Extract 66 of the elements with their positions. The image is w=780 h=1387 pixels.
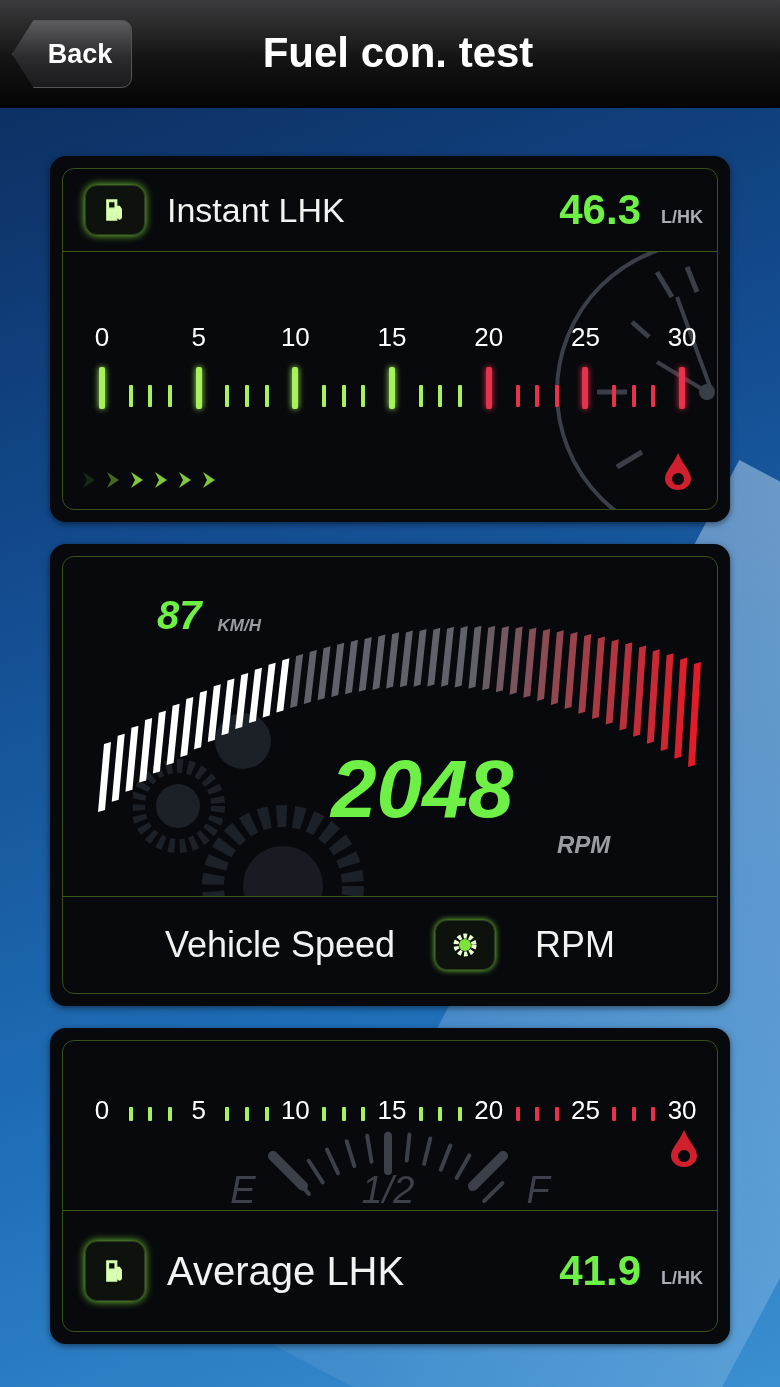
scale-tick xyxy=(264,1106,269,1121)
mode-label: Vehicle Speed xyxy=(164,924,396,966)
scale-label: 5 xyxy=(191,1095,206,1126)
scale-tick xyxy=(554,385,559,407)
rpm-unit: RPM xyxy=(557,831,611,859)
scale-tick xyxy=(651,385,656,407)
gauge-label: 1/2 xyxy=(361,1169,415,1211)
mode-label: RPM xyxy=(535,924,616,966)
gauge-label: E xyxy=(230,1169,256,1211)
scale-label: 25 xyxy=(570,1095,600,1126)
toggle-button[interactable] xyxy=(435,920,496,970)
scale-tick xyxy=(128,385,133,407)
unit-label: L/HK xyxy=(661,206,703,228)
back-button[interactable]: Back xyxy=(12,20,132,88)
scale-tick xyxy=(225,1106,230,1121)
scale-tick xyxy=(322,1106,327,1121)
scale-label: 0 xyxy=(94,1095,110,1126)
scale-tick xyxy=(322,385,327,407)
speed-unit: KM/H xyxy=(217,616,261,636)
scale-tick xyxy=(418,385,423,407)
scale-label: 20 xyxy=(474,322,504,353)
speed-value: 87 xyxy=(157,593,202,638)
scale-label: 15 xyxy=(377,1095,407,1126)
scale-label: 10 xyxy=(280,322,310,353)
scale-tick xyxy=(612,1106,617,1121)
scale-tick xyxy=(612,385,617,407)
scale-label: 20 xyxy=(474,1095,504,1126)
scale-tick xyxy=(515,1106,520,1121)
average-value: 41.9 xyxy=(559,1247,641,1295)
scale-tick xyxy=(651,1106,656,1121)
gauge-label: F xyxy=(526,1169,550,1211)
scale-tick xyxy=(457,385,462,407)
instant-label: Instant LHK xyxy=(167,190,345,230)
scale-tick xyxy=(264,385,269,407)
scale-tick xyxy=(554,1106,559,1121)
average-label: Average LHK xyxy=(167,1248,405,1294)
scale-tick xyxy=(438,385,443,407)
scale-label: 10 xyxy=(280,1095,310,1126)
scale-tick xyxy=(515,385,520,407)
fuel-pump-icon xyxy=(85,1241,145,1301)
scale-label: 5 xyxy=(191,322,206,353)
drop-icon xyxy=(663,451,693,491)
scale-tick xyxy=(631,385,636,407)
unit-label: L/HK xyxy=(661,1267,703,1289)
scale-label: 30 xyxy=(667,322,697,353)
instant-value: 46.3 xyxy=(559,186,641,234)
scale-tick xyxy=(128,1106,133,1121)
scale-tick xyxy=(148,385,153,407)
scale-tick xyxy=(361,385,366,407)
scale-label: 25 xyxy=(570,322,600,353)
scale-tick xyxy=(245,385,250,407)
drop-icon xyxy=(669,1128,699,1168)
scale-label: 30 xyxy=(667,1095,697,1126)
scale-tick xyxy=(167,1106,172,1121)
screen-title: Fuel con. test xyxy=(262,29,534,77)
rpm-value: 2048 xyxy=(331,742,514,836)
scale-tick xyxy=(167,385,172,407)
scale-tick xyxy=(341,385,346,407)
scale-tick xyxy=(225,385,230,407)
scale-label: 0 xyxy=(94,322,110,353)
scale-tick xyxy=(418,1106,423,1121)
scale-tick xyxy=(361,1106,366,1121)
scale-tick xyxy=(457,1106,462,1121)
fuel-pump-icon xyxy=(85,185,145,235)
scale-label: 15 xyxy=(377,322,407,353)
scale-tick xyxy=(535,385,540,407)
